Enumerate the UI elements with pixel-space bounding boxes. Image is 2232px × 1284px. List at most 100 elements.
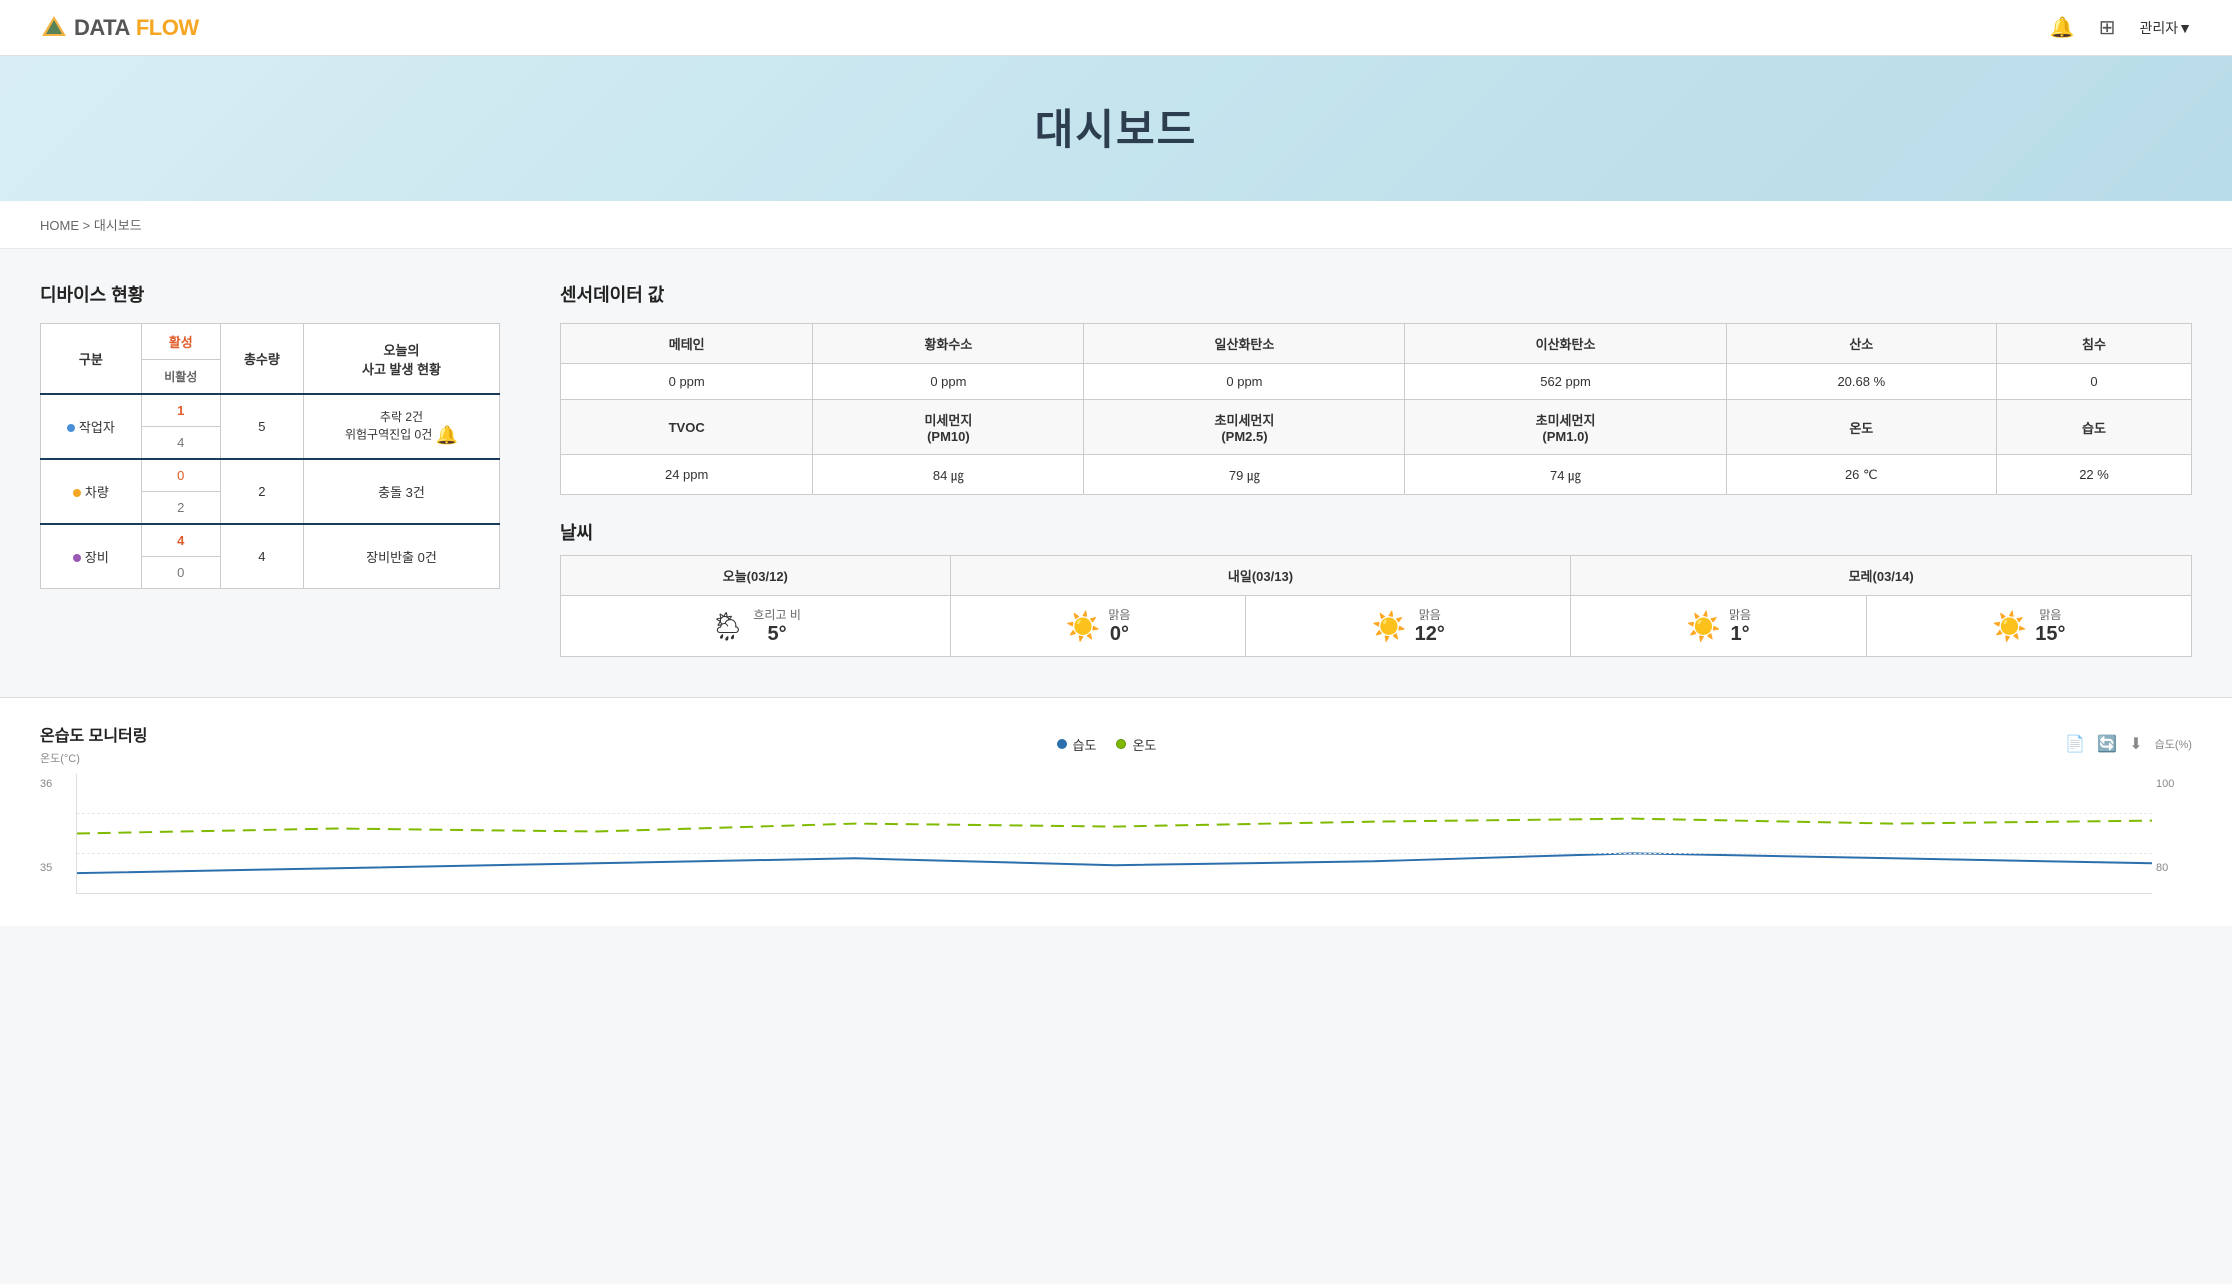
sensor-methane-val: 0 ppm	[561, 364, 813, 400]
legend-humidity-dot	[1057, 739, 1067, 749]
table-row: 작업자 1 5 추락 2건위험구역진입 0건 🔔	[41, 394, 500, 427]
weather-dayafter-cell2: ☀️ 맑음 15°	[1866, 596, 2191, 657]
header: DATAFLOW 🔔 ⊞ 관리자▼	[0, 0, 2232, 56]
worker-total: 5	[220, 394, 303, 459]
sensor-th-flood: 침수	[1997, 324, 2192, 364]
weather-today-icon: 🌦	[710, 610, 746, 643]
temp-line	[77, 819, 2152, 834]
weather-today-header: 오늘(03/12)	[561, 556, 951, 596]
equip-accident: 장비반출 0건	[304, 524, 500, 589]
weather-tomorrow-cell1: ☀️ 맑음 0°	[950, 596, 1246, 657]
weather-title: 날씨	[560, 519, 2192, 545]
weather-tomorrow-temp1: 0°	[1108, 623, 1130, 646]
sensor-weather-panel: 센서데이터 값 메테인 황화수소 일산화탄소 이산화탄소 산소 침수 0 ppm…	[560, 281, 2192, 657]
weather-today-temp: 5°	[753, 623, 801, 646]
weather-dayafter-temp1: 1°	[1729, 623, 1751, 646]
sensor-co-val: 0 ppm	[1084, 364, 1405, 400]
sensor-section-title: 센서데이터 값	[560, 281, 2192, 307]
header-right: 🔔 ⊞ 관리자▼	[2050, 15, 2192, 40]
worker-inactive: 4	[141, 427, 220, 460]
sensor-temp-val: 26 ℃	[1726, 455, 1996, 495]
worker-dot	[67, 424, 75, 432]
logo-icon	[40, 14, 68, 42]
weather-tomorrow-icon1: ☀️	[1065, 610, 1100, 643]
device-panel: 디바이스 현황 구분 활성 총수량 오늘의사고 발생 현황 비활성 작업자	[40, 281, 500, 657]
sensor-pm1-val: 74 ㎍	[1405, 455, 1726, 495]
sensor-table: 메테인 황화수소 일산화탄소 이산화탄소 산소 침수 0 ppm 0 ppm 0…	[560, 323, 2192, 495]
worker-category: 작업자	[41, 394, 142, 459]
sensor-th-co: 일산화탄소	[1084, 324, 1405, 364]
sensor-co2-val: 562 ppm	[1405, 364, 1726, 400]
monitoring-legend: 습도 온도	[1057, 735, 1157, 754]
monitoring-controls: 📄 🔄 ⬇ 습도(%)	[2065, 734, 2192, 754]
logo: DATAFLOW	[40, 14, 199, 42]
sensor-row1: 0 ppm 0 ppm 0 ppm 562 ppm 20.68 % 0	[561, 364, 2192, 400]
weather-tomorrow-header: 내일(03/13)	[950, 556, 1571, 596]
weather-tomorrow-icon2: ☀️	[1372, 610, 1407, 643]
sensor-tvoc-label: TVOC	[561, 400, 813, 455]
vehicle-active: 0	[141, 459, 220, 492]
equip-dot	[73, 554, 81, 562]
right-axis-label: 습도(%)	[2155, 736, 2192, 752]
table-row: 장비 4 4 장비반출 0건	[41, 524, 500, 557]
sensor-row2: 24 ppm 84 ㎍ 79 ㎍ 74 ㎍ 26 ℃ 22 %	[561, 455, 2192, 495]
weather-tomorrow-cell2: ☀️ 맑음 12°	[1246, 596, 1571, 657]
breadcrumb: HOME > 대시보드	[0, 201, 2232, 249]
download-icon[interactable]: ⬇	[2129, 734, 2142, 754]
sensor-pm10-val: 84 ㎍	[813, 455, 1084, 495]
grid-icon[interactable]: ⊞	[2099, 15, 2116, 40]
equip-category: 장비	[41, 524, 142, 589]
weather-row: 🌦 흐리고 비 5° ☀️ 맑음 0°	[561, 596, 2192, 657]
page-title: 대시보드	[0, 96, 2232, 157]
weather-tomorrow-desc1: 맑음	[1108, 606, 1130, 623]
sensor-flood-val: 0	[1997, 364, 2192, 400]
admin-menu[interactable]: 관리자▼	[2140, 18, 2193, 38]
legend-temp-label: 온도	[1132, 735, 1156, 754]
chart-y-left: 36 35	[40, 774, 76, 894]
refresh-icon[interactable]: 🔄	[2097, 734, 2117, 754]
th-count: 총수량	[220, 324, 303, 395]
weather-dayafter-icon2: ☀️	[1992, 610, 2027, 643]
th-category: 구분	[41, 324, 142, 395]
sensor-humidity-val: 22 %	[1997, 455, 2192, 495]
logo-text-data: DATA	[74, 15, 130, 41]
y-left-35: 35	[40, 862, 76, 874]
sensor-th-h2s: 황화수소	[813, 324, 1084, 364]
sensor-th-o2: 산소	[1726, 324, 1996, 364]
sensor-th-methane: 메테인	[561, 324, 813, 364]
sensor-o2-val: 20.68 %	[1726, 364, 1996, 400]
hero-banner: 대시보드	[0, 56, 2232, 201]
weather-dayafter-temp2: 15°	[2035, 623, 2065, 646]
weather-dayafter-desc2: 맑음	[2035, 606, 2065, 623]
vehicle-accident: 충돌 3건	[304, 459, 500, 524]
monitoring-section: 온습도 모니터링 온도(°C) 습도 온도 📄 🔄 ⬇ 습도(%) 36 35	[0, 697, 2232, 926]
th-active: 활성	[141, 324, 220, 360]
grid-line-2	[77, 853, 2152, 854]
weather-dayafter-header: 모레(03/14)	[1571, 556, 2192, 596]
device-table: 구분 활성 총수량 오늘의사고 발생 현황 비활성 작업자 1 5	[40, 323, 500, 589]
y-left-36: 36	[40, 778, 76, 790]
sensor-row-label2: TVOC 미세먼지(PM10) 초미세먼지(PM2.5) 초미세먼지(PM1.0…	[561, 400, 2192, 455]
doc-icon[interactable]: 📄	[2065, 734, 2085, 754]
monitoring-header: 온습도 모니터링 온도(°C) 습도 온도 📄 🔄 ⬇ 습도(%)	[40, 722, 2192, 766]
chart-svg	[77, 774, 2152, 893]
weather-today-cell: 🌦 흐리고 비 5°	[561, 596, 951, 657]
weather-dayafter-icon1: ☀️	[1686, 610, 1721, 643]
legend-temp-dot	[1116, 739, 1126, 749]
sensor-tvoc-val: 24 ppm	[561, 455, 813, 495]
equip-total: 4	[220, 524, 303, 589]
th-inactive: 비활성	[141, 360, 220, 395]
device-section-title: 디바이스 현황	[40, 281, 500, 307]
legend-humidity-label: 습도	[1073, 735, 1097, 754]
sensor-pm1-label: 초미세먼지(PM1.0)	[1405, 400, 1726, 455]
sensor-pm25-label: 초미세먼지(PM2.5)	[1084, 400, 1405, 455]
monitoring-title: 온습도 모니터링 온도(°C)	[40, 722, 148, 766]
weather-dayafter-cell1: ☀️ 맑음 1°	[1571, 596, 1867, 657]
table-row: 차량 0 2 충돌 3건	[41, 459, 500, 492]
weather-tomorrow-temp2: 12°	[1415, 623, 1445, 646]
weather-table: 오늘(03/12) 내일(03/13) 모레(03/14) 🌦 흐리고 비 5°	[560, 555, 2192, 657]
bell-icon[interactable]: 🔔	[2050, 15, 2075, 40]
th-accident: 오늘의사고 발생 현황	[304, 324, 500, 395]
sensor-pm25-val: 79 ㎍	[1084, 455, 1405, 495]
vehicle-inactive: 2	[141, 492, 220, 525]
